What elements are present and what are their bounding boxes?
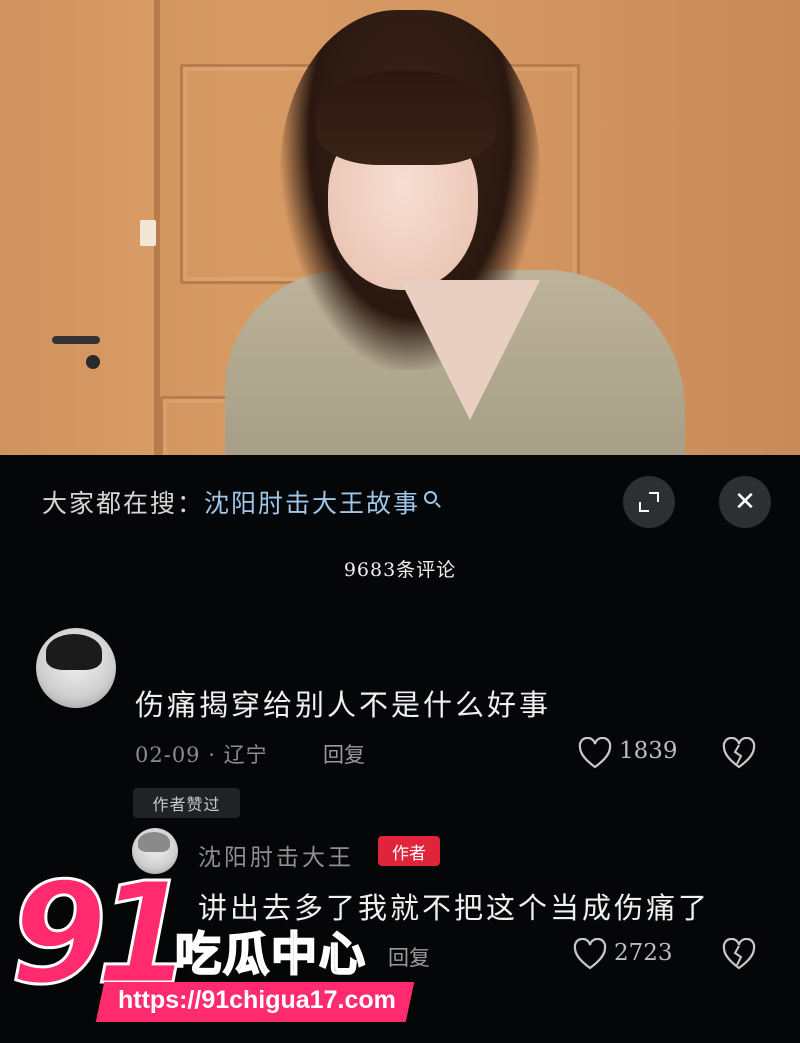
expand-icon (639, 492, 659, 512)
watermark-url: https://91chigua17.com (118, 986, 396, 1014)
search-icon (424, 491, 438, 504)
door-left (0, 0, 160, 455)
close-icon: ✕ (734, 487, 756, 517)
video-person (220, 10, 690, 455)
search-suggestion[interactable]: 大家都在搜：沈阳肘击大王故事 (42, 484, 438, 520)
reply-button[interactable]: 回复 (323, 739, 365, 769)
comment-text: 伤痛揭穿给别人不是什么好事 (135, 688, 552, 722)
reply-like-count: 2723 (614, 940, 673, 966)
expand-button[interactable] (623, 476, 675, 528)
close-button[interactable]: ✕ (719, 476, 771, 528)
author-liked-tag: 作者赞过 (133, 788, 240, 818)
search-suggestion-label: 大家都在搜： (42, 489, 205, 518)
dislike-icon[interactable] (722, 737, 756, 769)
avatar-hair (45, 634, 102, 671)
door-handle (52, 336, 100, 344)
search-suggestion-term[interactable]: 沈阳肘击大王故事 (204, 489, 420, 518)
comment-meta: 02-09 · 辽宁 (135, 743, 268, 767)
heart-icon[interactable] (573, 938, 607, 970)
light-switch (140, 220, 156, 246)
comment-count: 9683条评论 (343, 559, 457, 581)
watermark-logo: 91 吃瓜中心 https://91chigua17.com (0, 860, 430, 1043)
person-bangs (316, 70, 496, 165)
watermark-name: 吃瓜中心 (174, 926, 367, 982)
reply-avatar-hair (137, 831, 170, 853)
avatar[interactable] (36, 628, 116, 708)
video-player[interactable] (0, 0, 800, 455)
heart-icon[interactable] (578, 737, 612, 769)
dislike-icon[interactable] (722, 938, 756, 970)
door-knob (86, 355, 100, 369)
person-collar (400, 280, 540, 420)
like-count: 1839 (619, 738, 678, 764)
